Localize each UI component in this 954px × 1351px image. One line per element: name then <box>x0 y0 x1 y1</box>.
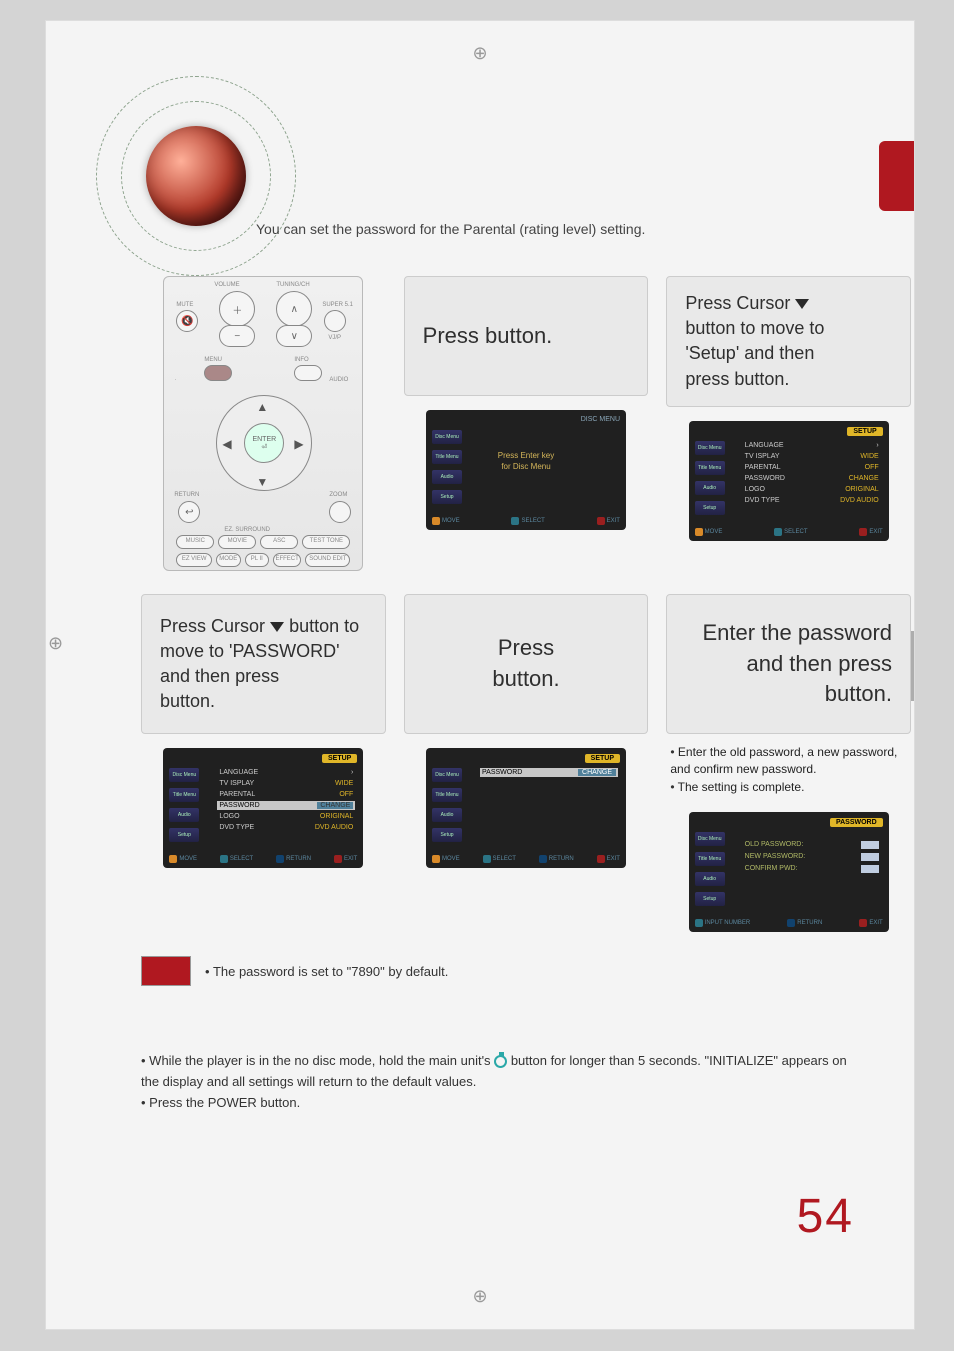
soundedit-button[interactable]: SOUND EDIT <box>305 553 350 567</box>
cursor-down-icon <box>270 622 284 632</box>
remote-cell: VOLUME TUNING/CH ＋ − ∧ ∨ MUTE 🔇 SUPER 5.… <box>141 276 386 576</box>
remote-super-label: SUPER 5.1 <box>322 302 353 308</box>
intro-text: You can set the password for the Parenta… <box>256 221 645 237</box>
section-tab <box>879 141 914 211</box>
manual-page: ⊕ ⊕ ⊕ ⊕ You can set the password for the… <box>45 20 915 1330</box>
remote-sub-label: · <box>174 377 176 383</box>
page-number: 54 <box>797 1189 854 1244</box>
default-password-note: The password is set to "7890" by default… <box>213 964 448 979</box>
remote-audio-label: AUDIO <box>329 377 348 383</box>
step-4-head: Press button. <box>404 594 649 734</box>
cursor-down-icon <box>795 299 809 309</box>
setup-menu-list: LANGUAGE› TV ISPLAYWIDE PARENTALOFF PASS… <box>743 441 881 505</box>
stop-icon <box>494 1055 507 1068</box>
mute-button[interactable]: 🔇 <box>176 310 198 332</box>
confirm-password-field <box>861 865 879 873</box>
note-swatch <box>141 956 191 986</box>
remote-volume-label: VOLUME <box>214 282 239 288</box>
plii-button[interactable]: PL II <box>245 553 269 567</box>
step-1-text: Press button. <box>423 321 630 352</box>
ch-down-button[interactable]: − <box>219 325 255 347</box>
new-password-field <box>861 853 879 861</box>
forgot-line2: Press the POWER button. <box>149 1095 300 1110</box>
step-4: Press button. SETUP Disc Menu Title Menu… <box>404 594 649 944</box>
step-1-head: Press button. <box>404 276 649 396</box>
osd-tab-discmenu: Disc Menu <box>432 430 462 444</box>
remote-info-label: INFO <box>294 357 308 363</box>
step-5-head: Enter the password and then press button… <box>666 594 911 734</box>
movie-button[interactable]: MOVIE <box>218 535 256 549</box>
step-5: Enter the password and then press button… <box>666 594 911 944</box>
menu-button[interactable] <box>204 365 232 381</box>
remote-zoom-label: ZOOM <box>329 492 347 498</box>
step-5-screen: PASSWORD Disc Menu Title Menu Audio Setu… <box>689 812 889 932</box>
info-button[interactable] <box>294 365 322 381</box>
sub5-item-2: The setting is complete. <box>670 779 911 796</box>
step-4-screen: SETUP Disc Menu Title Menu Audio Setup P… <box>426 748 626 868</box>
setup-title: SETUP <box>847 427 882 436</box>
step-2: Press Cursor button to move to 'Setup' a… <box>666 276 911 576</box>
super51-button[interactable] <box>324 310 346 332</box>
vol-down-button[interactable]: ∨ <box>276 325 312 347</box>
forgot-password-section: • While the player is in the no disc mod… <box>141 1051 854 1113</box>
step-1-screen: DISC MENU Disc Menu Title Menu Audio Set… <box>426 410 626 530</box>
password-change-selected: PASSWORD CHANGE <box>480 768 618 777</box>
cursor-right-button[interactable]: ▶ <box>294 437 303 451</box>
step-5-sublist: Enter the old password, a new password, … <box>670 744 911 796</box>
crop-mark-left: ⊕ <box>48 633 63 654</box>
ch-up-button[interactable]: ＋ <box>219 291 255 327</box>
step-3-head: Press Cursor button to move to 'PASSWORD… <box>141 594 386 734</box>
zoom-button[interactable] <box>329 501 351 523</box>
forgot-line1a: While the player is in the no disc mode,… <box>149 1053 490 1068</box>
remote-illustration: VOLUME TUNING/CH ＋ − ∧ ∨ MUTE 🔇 SUPER 5.… <box>163 276 363 571</box>
asc-button[interactable]: ASC <box>260 535 298 549</box>
testtone-button[interactable]: TEST TONE <box>302 535 350 549</box>
music-button[interactable]: MUSIC <box>176 535 214 549</box>
step-2-head: Press Cursor button to move to 'Setup' a… <box>666 276 911 407</box>
remote-menu-label: MENU <box>204 357 222 363</box>
effect-button[interactable]: EFFECT <box>273 553 301 567</box>
ezview-button[interactable]: EZ VIEW <box>176 553 212 567</box>
vol-up-button[interactable]: ∧ <box>276 291 312 327</box>
sub5-item-1: Enter the old password, a new password, … <box>670 744 911 779</box>
step-1: Press button. DISC MENU Disc Menu Title … <box>404 276 649 576</box>
old-password-field <box>861 841 879 849</box>
steps-grid: VOLUME TUNING/CH ＋ − ∧ ∨ MUTE 🔇 SUPER 5.… <box>141 276 911 944</box>
crop-mark-top: ⊕ <box>472 43 487 64</box>
remote-vjp-label: VJ/P <box>328 335 341 341</box>
step-3: Press Cursor button to move to 'PASSWORD… <box>141 594 386 944</box>
disc-menu-title: DISC MENU <box>581 416 620 423</box>
cursor-down-button[interactable]: ▼ <box>256 475 268 489</box>
return-button[interactable]: ↩ <box>178 501 200 523</box>
remote-return-label: RETURN <box>174 492 199 498</box>
password-row-selected: PASSWORDCHANGE <box>217 801 355 810</box>
osd-tab-setup: Setup <box>432 490 462 504</box>
step-2-screen: SETUP Disc Menu Title Menu Audio Setup L… <box>689 421 889 541</box>
speaker-graphic <box>96 76 296 276</box>
remote-ezsurround-label: EZ. SURROUND <box>224 527 270 533</box>
note-bar: • The password is set to "7890" by defau… <box>141 956 448 986</box>
step-3-screen: SETUP Disc Menu Title Menu Audio Setup L… <box>163 748 363 868</box>
cursor-left-button[interactable]: ◀ <box>222 437 231 451</box>
disc-prompt-2: for Disc Menu <box>426 461 626 472</box>
mode-button[interactable]: MODE <box>216 553 240 567</box>
remote-mute-label: MUTE <box>176 302 193 308</box>
crop-mark-bottom: ⊕ <box>472 1286 487 1307</box>
enter-label: ENTER <box>252 436 276 443</box>
disc-prompt-1: Press Enter key <box>426 450 626 461</box>
cursor-up-button[interactable]: ▲ <box>256 400 268 414</box>
remote-tuning-label: TUNING/CH <box>276 282 309 288</box>
